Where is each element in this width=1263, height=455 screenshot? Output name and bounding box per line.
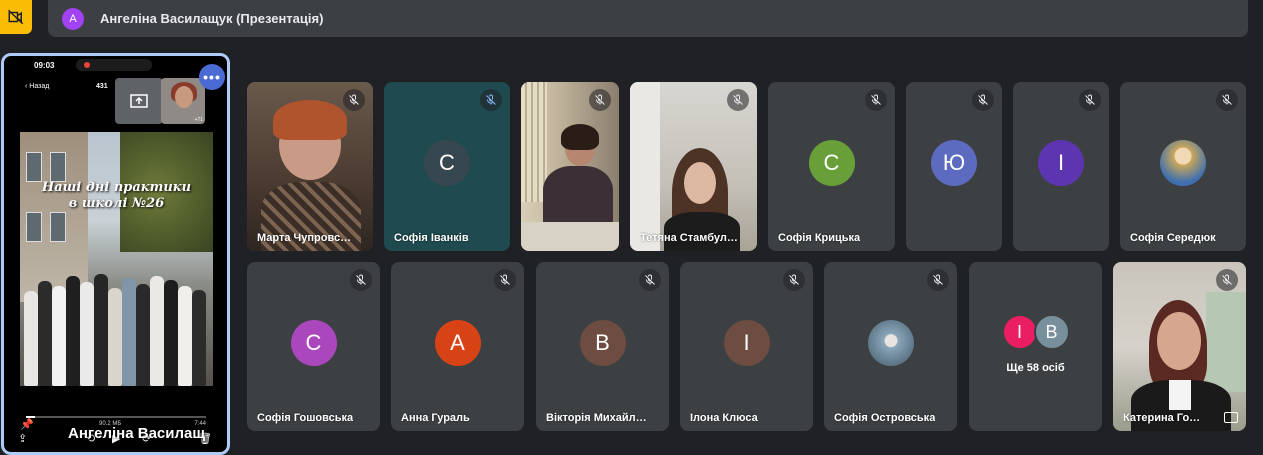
shared-phone-screen: 09:03 ‹ Назад 431 Наші дні практики в шк… [20,56,213,452]
avatar [1160,139,1206,186]
more-participants-tile[interactable]: І В Ще 58 осіб [969,262,1102,431]
phone-recording-pill [76,59,152,71]
mic-off-icon [978,94,988,105]
self-view-label: +71 [194,117,203,123]
participant-name: Тетяна Стамбул… [640,232,738,244]
more-participants-label: Ще 58 осіб [1006,362,1065,374]
muted-indicator [783,269,805,291]
participant-name: Вікторія Михайл… [546,412,647,424]
present-screen-icon [130,94,148,108]
participant-tile[interactable]: І [1013,82,1109,251]
mic-off-icon [789,274,799,285]
muted-indicator [350,269,372,291]
avatar: А [62,7,84,30]
mic-off-icon [1222,94,1232,105]
muted-indicator [480,89,502,111]
muted-indicator [639,269,661,291]
participant-tile[interactable]: С Софія Крицька [768,82,895,251]
share-screen-chip[interactable] [115,78,163,124]
participant-tile[interactable]: В Вікторія Михайл… [536,262,669,431]
avatar: С [424,139,470,186]
mic-off-icon [871,94,881,105]
mic-off-icon [486,94,496,105]
avatar: С [808,139,855,186]
participant-tile[interactable]: С Софія Іванків [384,82,510,251]
participant-tile[interactable]: І Ілона Клюса [680,262,813,431]
participant-tile[interactable]: Катерина Го… [1113,262,1246,431]
muted-indicator [1079,89,1101,111]
muted-indicator [343,89,365,111]
phone-progress-bar [26,416,206,418]
photo-caption: Наші дні практики в школі №26 [41,180,192,211]
muted-indicator [1216,269,1238,291]
participant-name: Софія Крицька [778,232,861,244]
muted-indicator [927,269,949,291]
mic-off-icon [356,274,366,285]
presentation-bar: А Ангеліна Василащук (Презентація) [48,0,1248,37]
presenter-name: Ангеліна Василащ [68,425,206,442]
picture-in-picture-icon[interactable] [1224,412,1238,423]
phone-time: 09:03 [34,61,55,70]
avatar: В [579,319,626,366]
muted-indicator [1216,89,1238,111]
participant-tile[interactable]: Софія Середюк [1120,82,1246,251]
video-off-icon [7,9,24,25]
avatar [867,319,914,366]
participant-name: Ілона Клюса [690,412,758,424]
participant-name: Катерина Го… [1123,412,1201,424]
phone-counter: 431 [96,83,108,90]
phone-back-link: ‹ Назад [25,83,50,90]
avatar: І [1001,314,1038,350]
avatar: І [723,319,770,366]
mic-off-icon [733,94,743,105]
participant-tile[interactable]: Ю [906,82,1002,251]
participant-name: Софія Островська [834,412,936,424]
presentation-title: Ангеліна Василащук (Презентація) [100,11,324,26]
mic-off-icon [645,274,655,285]
muted-indicator [972,89,994,111]
muted-indicator [494,269,516,291]
avatar: А [434,319,481,366]
participant-tile[interactable] [521,82,619,251]
self-view-thumbnail[interactable]: +71 [161,78,205,124]
mic-off-icon [1222,274,1232,285]
share-icon[interactable]: ⇪ [18,432,27,445]
participant-name: Софія Гошовська [257,412,354,424]
muted-indicator [589,89,611,111]
participant-tile[interactable]: А Анна Гураль [391,262,524,431]
participant-tile[interactable]: Тетяна Стамбул… [630,82,757,251]
participant-name: Софія Середюк [1130,232,1216,244]
muted-indicator [727,89,749,111]
more-options-button[interactable]: ••• [199,64,225,90]
participant-tile[interactable]: Марта Чупровс… [247,82,373,251]
avatar: В [1033,314,1070,350]
camera-off-indicator-button[interactable] [0,0,32,34]
shared-photo: Наші дні практики в школі №26 [20,132,213,386]
participant-name: Софія Іванків [394,232,469,244]
avatar: С [290,319,337,366]
mic-off-icon [595,94,605,105]
participant-tile[interactable]: С Софія Гошовська [247,262,380,431]
participant-name: Марта Чупровс… [257,232,352,244]
mic-off-icon [349,94,359,105]
pin-icon[interactable]: 📌 [20,418,34,431]
participant-tile[interactable]: Софія Островська [824,262,957,431]
participant-name: Анна Гураль [401,412,470,424]
muted-indicator [865,89,887,111]
mic-off-icon [1085,94,1095,105]
mic-off-icon [500,274,510,285]
avatar: І [1038,139,1084,186]
avatar: Ю [931,139,977,186]
mic-off-icon [933,274,943,285]
presenter-tile[interactable]: 09:03 ‹ Назад 431 Наші дні практики в шк… [1,53,230,455]
